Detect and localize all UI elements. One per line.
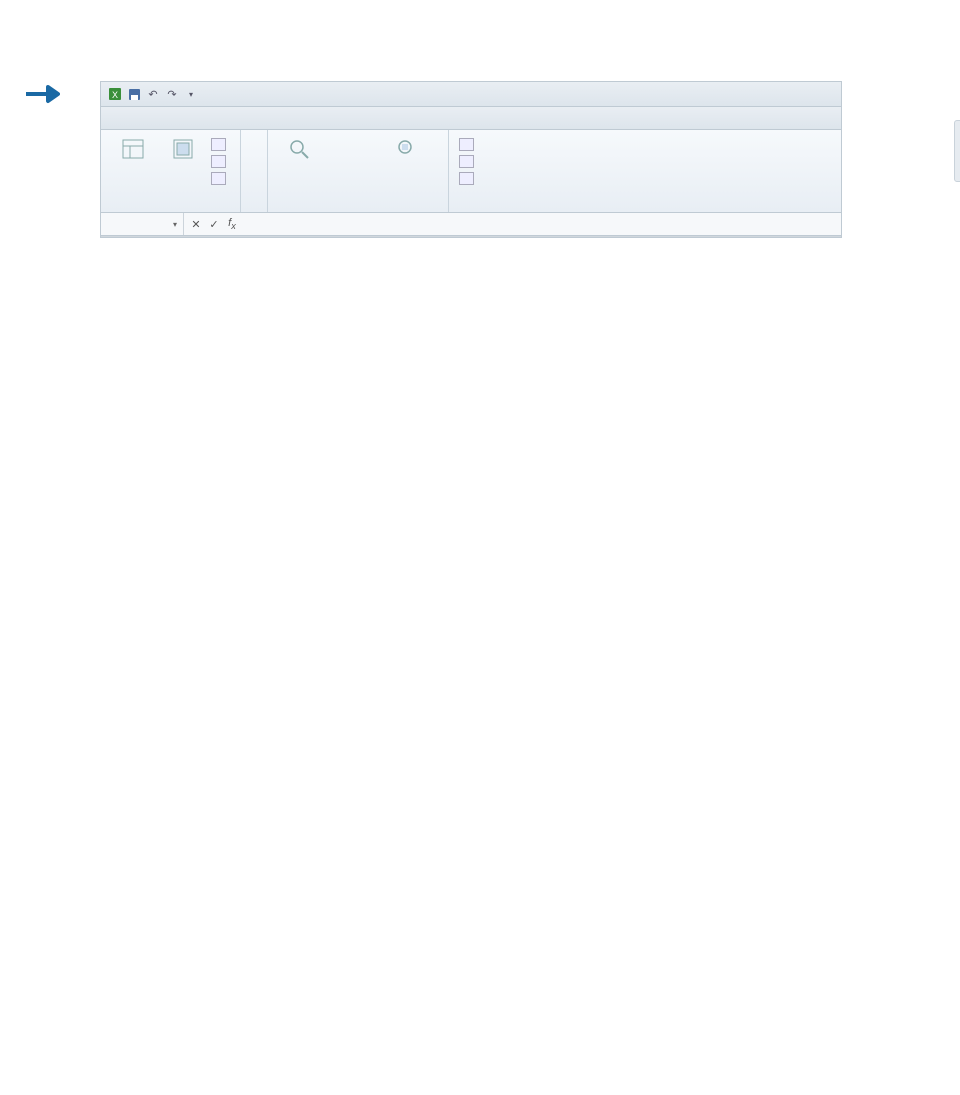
page-break-preview-item[interactable] [211, 138, 230, 151]
fx-icon[interactable]: fx [224, 216, 240, 232]
zoom-selection-button[interactable] [378, 136, 438, 162]
undo-icon[interactable]: ↶ [145, 86, 161, 102]
new-window-icon [459, 138, 474, 151]
arrow-right-icon [24, 83, 60, 105]
formula-bar: ▾ ✕ ✓ fx [101, 213, 841, 236]
zoom-100-button[interactable] [328, 136, 372, 168]
ribbon-group-show [241, 130, 268, 212]
normal-view-icon [121, 138, 145, 160]
zoom-button[interactable] [278, 136, 322, 162]
excel-screenshot: X ↶ ↷ ▾ [100, 81, 842, 238]
custom-views-item[interactable] [211, 155, 230, 168]
quick-access-toolbar: X ↶ ↷ ▾ [101, 82, 841, 107]
page-layout-button[interactable] [161, 136, 205, 162]
magnifier-icon [288, 138, 312, 160]
custom-views-icon [211, 155, 226, 168]
freeze-panes-icon [459, 172, 474, 185]
arrange-all-icon [459, 155, 474, 168]
view-small-items [211, 136, 230, 185]
svg-text:X: X [112, 90, 118, 100]
zoom-selection-icon [396, 138, 420, 160]
normal-view-button[interactable] [111, 136, 155, 162]
cancel-edit-icon[interactable]: ✕ [188, 216, 204, 232]
save-icon[interactable] [126, 86, 142, 102]
full-screen-item[interactable] [211, 172, 230, 185]
running-header [70, 30, 920, 51]
freeze-panes-item[interactable] [459, 172, 478, 185]
ribbon-tabs [101, 107, 841, 130]
qat-dropdown-icon[interactable]: ▾ [183, 86, 199, 102]
ribbon-body [101, 130, 841, 213]
worksheet-grid[interactable] [101, 236, 841, 237]
ribbon-group-zoom [268, 130, 449, 212]
ribbon-group-window [449, 130, 488, 212]
side-thumb-tab [954, 120, 960, 182]
arrange-all-item[interactable] [459, 155, 478, 168]
accept-edit-icon[interactable]: ✓ [206, 216, 222, 232]
hundred-percent-icon [338, 138, 362, 166]
page-layout-icon [171, 138, 195, 160]
new-window-item[interactable] [459, 138, 478, 151]
ribbon-group-views [101, 130, 241, 212]
full-screen-icon [211, 172, 226, 185]
excel-icon: X [107, 86, 123, 102]
page-break-icon [211, 138, 226, 151]
redo-icon[interactable]: ↷ [164, 86, 180, 102]
name-box[interactable]: ▾ [101, 213, 184, 235]
name-box-dropdown-icon: ▾ [173, 220, 177, 229]
